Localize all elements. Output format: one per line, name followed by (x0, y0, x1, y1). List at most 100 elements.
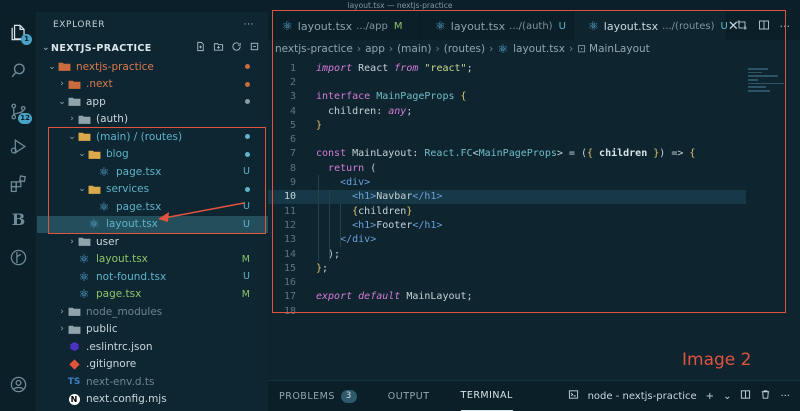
run-debug-icon[interactable] (6, 134, 31, 159)
editor-tab-app-layout[interactable]: ⚛ layout.tsx .../app M (268, 12, 421, 40)
tree-item[interactable]: › .next (37, 76, 268, 94)
breadcrumb-item[interactable]: nextjs-practice (275, 43, 353, 55)
chevron-right-icon[interactable]: › (57, 324, 67, 334)
minimap[interactable] (748, 68, 790, 98)
chevron-down-icon[interactable]: ⌄ (77, 149, 87, 159)
panel-tab-label: OUTPUT (387, 390, 430, 402)
code-line[interactable]: 9 <div> (268, 175, 746, 189)
b-extension-icon[interactable]: B (6, 207, 31, 232)
tree-item[interactable]: ⌄ nextjs-practice (37, 58, 268, 76)
tree-item[interactable]: › (auth) (37, 111, 268, 129)
chevron-down-icon[interactable]: ⌄ (723, 391, 731, 402)
tab-problems[interactable]: PROBLEMS 3 (279, 381, 357, 411)
compare-changes-icon[interactable] (736, 19, 748, 34)
extensions-icon[interactable] (6, 171, 31, 196)
code-line[interactable]: 4 children: any; (268, 104, 746, 118)
code-line[interactable]: 2 (268, 75, 746, 89)
code-line[interactable]: 15}; (268, 261, 746, 275)
code-text: }; (316, 262, 329, 274)
tree-item[interactable]: Nnext.config.mjs (37, 391, 268, 409)
tab-output[interactable]: OUTPUT (388, 381, 430, 411)
code-line[interactable]: 3 interface MainPageProps { (268, 90, 746, 104)
breadcrumb-item[interactable]: (routes) (444, 43, 485, 55)
tree-item[interactable]: › user (37, 233, 268, 251)
breadcrumb-item[interactable]: layout.tsx (513, 43, 565, 55)
tree-item[interactable]: ⚛ layout.tsx U (37, 215, 268, 233)
code-line[interactable]: 17 export default MainLayout; (268, 290, 746, 304)
search-icon[interactable] (6, 58, 31, 83)
project-header[interactable]: ⌄ NEXTJS-PRACTICE (37, 38, 268, 58)
source-control-icon[interactable]: 12 (6, 99, 32, 124)
more-actions-icon[interactable]: ··· (780, 20, 791, 33)
tab-terminal[interactable]: TERMINAL (460, 381, 513, 411)
explorer-more-button[interactable]: ··· (244, 20, 254, 30)
tree-item[interactable]: ⚛ not-found.tsx U (37, 268, 268, 286)
chevron-down-icon[interactable]: ⌄ (77, 184, 87, 194)
tree-item[interactable]: › node_modules (37, 303, 268, 321)
code-line[interactable]: 14 ); (268, 247, 746, 261)
folder-open-icon (67, 96, 81, 108)
code-line[interactable]: 5} (268, 118, 746, 132)
tree-item-label: .next (86, 78, 113, 91)
tree-item[interactable]: TS next-env.d.ts (37, 373, 268, 391)
split-terminal-icon[interactable] (740, 389, 751, 403)
tree-item[interactable]: ⚛ page.tsx U (37, 163, 268, 181)
new-folder-icon[interactable] (213, 41, 224, 55)
line-number: 2 (289, 76, 296, 88)
collapse-all-icon[interactable] (249, 41, 260, 55)
new-file-icon[interactable] (195, 41, 206, 55)
panel-more-button[interactable]: ··· (780, 391, 790, 402)
tree-item[interactable]: ⚛ layout.tsx M (37, 251, 268, 269)
code-line[interactable]: 8 return ( (268, 161, 746, 175)
terminal-selector[interactable]: node - nextjs-practice (588, 391, 697, 402)
folder-icon (67, 78, 81, 90)
add-terminal-icon[interactable]: + (706, 391, 714, 402)
refresh-icon[interactable] (231, 41, 242, 55)
code-line[interactable]: 18 (268, 304, 746, 318)
code-text: import React from "react"; (316, 62, 473, 74)
breadcrumb-item[interactable]: app (365, 43, 385, 55)
chevron-down-icon[interactable]: ⌄ (67, 132, 77, 142)
code-text: } (316, 119, 323, 131)
trash-icon[interactable] (760, 389, 771, 403)
tree-item[interactable]: › public (37, 321, 268, 339)
code-line[interactable]: 6 (268, 133, 746, 147)
line-number: 12 (283, 219, 296, 231)
tree-item[interactable]: ⌄ app (37, 93, 268, 111)
tree-item[interactable]: ⌄ blog (37, 146, 268, 164)
breadcrumb-item[interactable]: MainLayout (589, 43, 650, 55)
chevron-right-icon[interactable]: › (67, 237, 77, 247)
folder-open-icon (87, 148, 101, 160)
tree-item[interactable]: ⌄ services (37, 181, 268, 199)
account-icon[interactable] (6, 372, 31, 397)
tree-item[interactable]: .eslintrc.json (37, 338, 268, 356)
files-icon[interactable]: 1 (6, 20, 32, 45)
code-line[interactable]: 7 const MainLayout: React.FC<MainPageProp… (268, 147, 746, 161)
breadcrumb-separator-icon: › (569, 43, 574, 55)
code-text: interface MainPageProps { (316, 91, 467, 103)
code-line[interactable]: 1 import React from "react"; (268, 61, 746, 75)
chevron-down-icon[interactable]: ⌄ (57, 97, 67, 107)
tab-status: M (393, 20, 403, 32)
chevron-down-icon[interactable]: ⌄ (47, 62, 57, 72)
editor-tab-auth-layout[interactable]: ⚛ layout.tsx .../(auth) U (421, 12, 574, 40)
chevron-right-icon[interactable]: › (57, 307, 67, 317)
breadcrumb-item[interactable]: (main) (397, 43, 431, 55)
chevron-right-icon[interactable]: › (57, 79, 67, 89)
next-config-icon: N (67, 393, 81, 405)
editor-tab-routes-layout[interactable]: ⚛ layout.tsx .../(routes) U ✕ (574, 12, 739, 40)
line-number: 4 (289, 105, 296, 117)
tree-item[interactable]: .gitignore (37, 356, 268, 374)
chevron-right-icon[interactable]: › (67, 114, 77, 124)
git-graph-icon[interactable] (6, 245, 31, 270)
indent-guide (340, 204, 341, 247)
split-editor-icon[interactable] (758, 19, 770, 34)
tree-item-label: .gitignore (86, 358, 137, 371)
tree-item[interactable]: ⌄ (main) / (routes) (37, 128, 268, 146)
code-line[interactable]: 10 <h1>Navbar</h1> (268, 189, 746, 204)
tree-item[interactable]: ⚛ page.tsx M (37, 286, 268, 304)
status-dot (245, 184, 250, 195)
code-line[interactable]: 16 (268, 276, 746, 290)
code-editor[interactable]: 1 import React from "react"; 2 3 interface M… (268, 58, 800, 318)
tree-item[interactable]: ⚛ page.tsx U (37, 198, 268, 216)
